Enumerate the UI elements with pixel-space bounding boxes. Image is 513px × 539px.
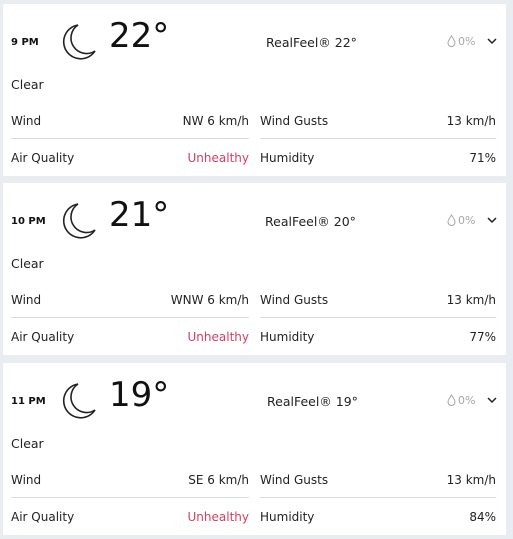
divider [11,497,249,498]
weather-phrase: Clear [11,256,44,271]
humidity-value: 71% [469,151,496,165]
wind-gusts-value: 13 km/h [446,293,496,307]
hour-time: 10 PM [11,216,46,227]
air-quality-row: Air Quality Unhealthy [11,510,249,526]
wind-label: Wind [11,114,42,128]
raindrop-icon [447,214,456,226]
weather-phrase: Clear [11,77,44,92]
wind-gusts-label: Wind Gusts [260,293,329,307]
hour-time: 11 PM [11,396,46,407]
precip-probability: 0% [447,35,475,48]
humidity-row: Humidity 84% [260,510,496,526]
humidity-label: Humidity [260,151,315,165]
hour-time: 9 PM [11,37,39,48]
wind-gusts-label: Wind Gusts [260,114,329,128]
air-quality-value[interactable]: Unhealthy [188,151,249,165]
chevron-down-icon[interactable] [487,37,497,45]
realfeel: RealFeel® 19° [267,394,358,409]
wind-value: WNW 6 km/h [170,293,249,307]
wind-gusts-label: Wind Gusts [260,473,329,487]
wind-gusts-row: Wind Gusts 13 km/h [260,473,496,489]
humidity-label: Humidity [260,510,315,524]
air-quality-value[interactable]: Unhealthy [188,510,249,524]
air-quality-value[interactable]: Unhealthy [188,330,249,344]
raindrop-icon [447,35,456,47]
realfeel: RealFeel® 20° [265,214,356,229]
realfeel: RealFeel® 22° [266,35,357,50]
divider [260,497,496,498]
moon-icon [62,383,96,419]
temperature: 21° [109,195,170,235]
humidity-value: 77% [469,330,496,344]
divider [11,138,249,139]
wind-value: NW 6 km/h [182,114,249,128]
raindrop-icon [447,394,456,406]
divider [260,317,496,318]
hourly-card[interactable]: 9 PM 22° RealFeel® 22° 0% Clear Wind NW … [3,4,506,176]
precip-probability: 0% [447,214,475,227]
temperature: 22° [109,16,170,56]
moon-icon [62,24,96,60]
wind-label: Wind [11,473,42,487]
chevron-down-icon[interactable] [487,216,497,224]
air-quality-label: Air Quality [11,510,75,524]
wind-gusts-value: 13 km/h [446,473,496,487]
wind-gusts-row: Wind Gusts 13 km/h [260,114,496,130]
hourly-card[interactable]: 11 PM 19° RealFeel® 19° 0% Clear Wind SE… [3,363,506,535]
moon-icon [62,203,96,239]
wind-label: Wind [11,293,42,307]
wind-row: Wind NW 6 km/h [11,114,249,130]
weather-phrase: Clear [11,436,44,451]
wind-gusts-row: Wind Gusts 13 km/h [260,293,496,309]
air-quality-label: Air Quality [11,151,75,165]
air-quality-row: Air Quality Unhealthy [11,151,249,167]
precip-value: 0% [458,214,476,227]
precip-value: 0% [458,394,476,407]
divider [11,317,249,318]
wind-gusts-value: 13 km/h [446,114,496,128]
divider [260,138,496,139]
humidity-value: 84% [469,510,496,524]
air-quality-row: Air Quality Unhealthy [11,330,249,346]
hourly-card[interactable]: 10 PM 21° RealFeel® 20° 0% Clear Wind WN… [3,183,506,355]
precip-value: 0% [458,35,476,48]
wind-row: Wind WNW 6 km/h [11,293,249,309]
humidity-label: Humidity [260,330,315,344]
wind-row: Wind SE 6 km/h [11,473,249,489]
air-quality-label: Air Quality [11,330,75,344]
chevron-down-icon[interactable] [487,396,497,404]
temperature: 19° [109,375,170,415]
wind-value: SE 6 km/h [188,473,249,487]
precip-probability: 0% [447,394,475,407]
humidity-row: Humidity 71% [260,151,496,167]
humidity-row: Humidity 77% [260,330,496,346]
